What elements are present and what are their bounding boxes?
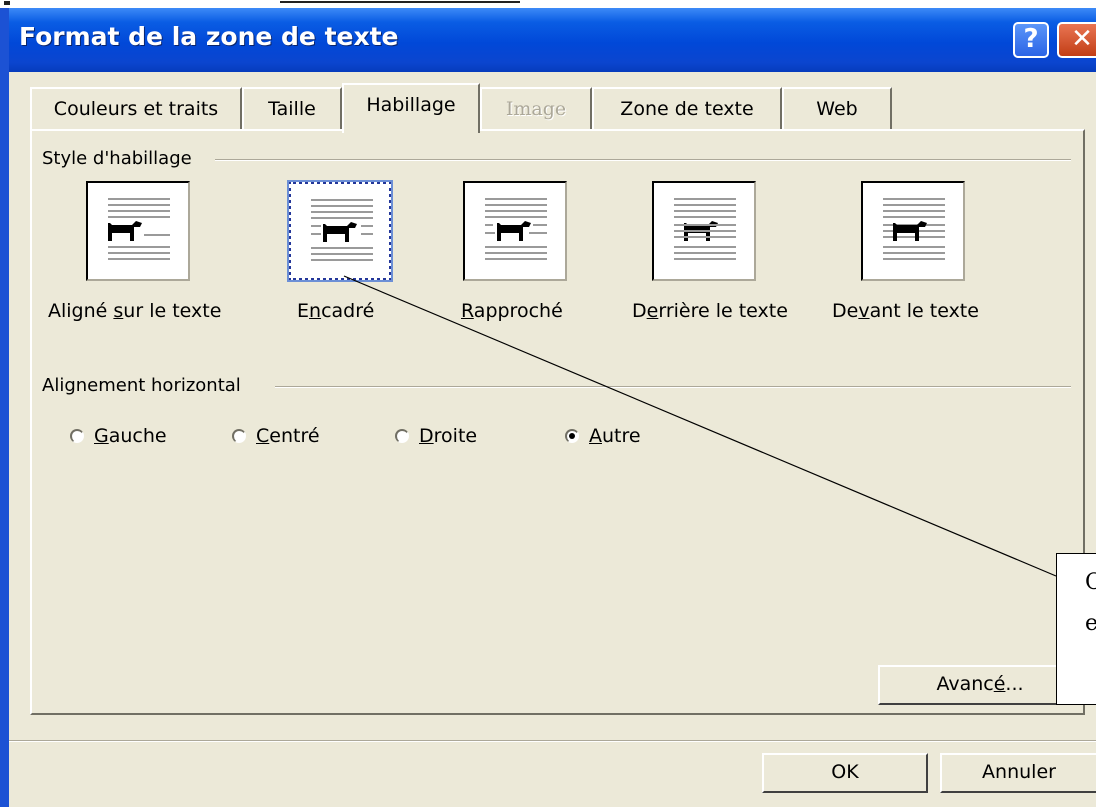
callout-pointer-line: [343, 275, 1057, 577]
callout-box: C e: [1056, 553, 1096, 705]
tab-habillage[interactable]: Habillage: [342, 83, 480, 133]
callout-text: C e: [1085, 570, 1096, 636]
